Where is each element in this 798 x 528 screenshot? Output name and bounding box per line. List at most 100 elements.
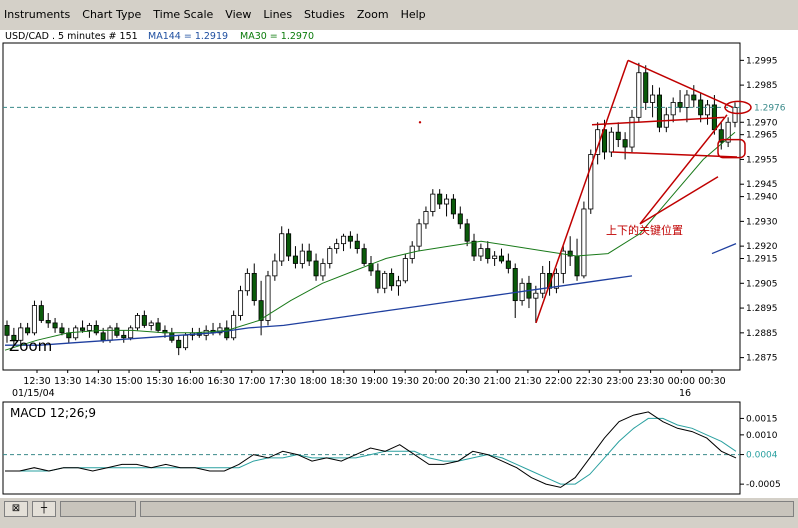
candle-up: [279, 233, 285, 262]
candle-down: [574, 255, 580, 277]
chart-canvas[interactable]: 1.2995 1.2985 1.2970 1.2965 1.2955 1.2945 1.29…: [0, 30, 798, 498]
status-field-2: [140, 501, 794, 517]
candle-down: [643, 72, 649, 103]
price-tick-label: 1.2930: [746, 217, 778, 227]
macd-tick-label: -0.0005: [746, 480, 781, 490]
macd-pane[interactable]: 0.0015 0.0010 0.0004 -0.0005: [2, 401, 781, 495]
candle-down: [38, 305, 44, 321]
time-tick-label: 21:30: [514, 376, 541, 387]
menu-item-chart-type[interactable]: Chart Type: [76, 0, 147, 30]
candle-up: [299, 250, 305, 264]
time-tick-label: 18:00: [299, 376, 326, 387]
price-tick-label: 1.2885: [746, 329, 778, 339]
candle-down: [292, 255, 298, 264]
candle-up: [327, 248, 333, 264]
price-tick-label: 1.2905: [746, 279, 778, 289]
crosshair-tool-icon[interactable]: ┼: [32, 501, 56, 517]
time-tick-label: 16:30: [207, 376, 234, 387]
time-tick-label: 12:30: [23, 376, 50, 387]
candle-up: [31, 305, 38, 334]
candle-down: [615, 131, 621, 141]
candle-up: [340, 235, 347, 245]
date-label-next: 16: [679, 388, 691, 399]
candle-down: [464, 223, 470, 242]
candle-up: [492, 255, 498, 259]
candle-down: [375, 270, 381, 289]
macd-tick-label: 0.0010: [746, 431, 778, 441]
candle-up: [423, 211, 429, 225]
candle-down: [25, 327, 31, 334]
time-tick-label: 23:00: [606, 376, 633, 387]
price-tick-label: 1.2995: [746, 56, 778, 66]
price-tick-label: 1.2915: [746, 255, 778, 265]
candle-down: [141, 315, 147, 326]
candle-down: [622, 139, 628, 148]
candle-up: [581, 208, 587, 277]
price-tick-label: 1.2920: [746, 242, 778, 252]
price-tick-label: 1.2940: [746, 193, 778, 203]
time-tick-label: 13:30: [54, 376, 81, 387]
candle-down: [677, 102, 683, 108]
candle-up: [231, 315, 237, 339]
menu-item-zoom[interactable]: Zoom: [351, 0, 395, 30]
menu-bar: Instruments Chart Type Time Scale View Lines…: [0, 0, 798, 30]
candle-up: [272, 260, 278, 277]
candle-down: [100, 332, 106, 341]
price-pane-frame: [2, 42, 741, 371]
price-pane[interactable]: 1.2995 1.2985 1.2970 1.2965 1.2955 1.2945 1.29…: [2, 42, 786, 387]
menu-item-instruments[interactable]: Instruments: [0, 0, 76, 30]
candle-up: [183, 334, 189, 349]
candle-up: [636, 72, 642, 118]
price-tick-label: 1.2965: [746, 131, 778, 141]
candle-up: [416, 223, 422, 247]
candle-up: [395, 280, 402, 287]
annotation-text: 上下的关键位置: [606, 223, 683, 237]
time-tick-label: 15:30: [146, 376, 173, 387]
candle-up: [334, 243, 340, 250]
time-tick-label: 22:00: [545, 376, 572, 387]
time-tick-label: 21:00: [484, 376, 511, 387]
time-tick-label: 19:00: [361, 376, 388, 387]
zoom-label[interactable]: Zoom: [9, 337, 52, 355]
menu-item-help[interactable]: Help: [395, 0, 432, 30]
status-field-1: [60, 501, 136, 517]
candle-down: [505, 260, 511, 269]
menu-item-view[interactable]: View: [219, 0, 257, 30]
time-tick-label: 19:30: [391, 376, 418, 387]
time-tick-label: 20:30: [453, 376, 480, 387]
candle-up: [478, 248, 484, 257]
candle-down: [498, 255, 505, 262]
time-tick-label: 16:00: [177, 376, 204, 387]
price-tick-label: 1.2970: [746, 118, 778, 128]
candle-down: [457, 213, 463, 225]
menu-item-time-scale[interactable]: Time Scale: [147, 0, 219, 30]
menu-item-lines[interactable]: Lines: [257, 0, 298, 30]
candle-down: [485, 248, 491, 259]
candle-down: [176, 339, 182, 349]
candle-down: [114, 327, 120, 336]
status-bar: ⊠ ┼: [0, 498, 798, 528]
candle-up: [732, 107, 738, 123]
candle-up: [86, 325, 92, 331]
time-tick-label: 17:00: [238, 376, 265, 387]
price-tick-label: 1.2985: [746, 81, 778, 91]
candle-up: [148, 322, 154, 326]
candle-down: [437, 193, 443, 205]
price-tick-label: 1.2895: [746, 304, 778, 314]
candle-up: [540, 272, 546, 294]
pointer-tool-icon[interactable]: ⊠: [4, 501, 28, 517]
time-tick-label: 14:30: [85, 376, 112, 387]
time-tick-label: 00:30: [698, 376, 725, 387]
ma144-header: MA144 = 1.2919: [148, 31, 228, 42]
candle-down: [306, 250, 312, 262]
candle-down: [45, 320, 51, 324]
time-tick-label: 17:30: [269, 376, 296, 387]
candle-down: [691, 94, 697, 101]
time-tick-label: 15:00: [115, 376, 142, 387]
chart-window[interactable]: 1.2995 1.2985 1.2970 1.2965 1.2955 1.2945 1.29…: [0, 30, 798, 498]
menu-item-studies[interactable]: Studies: [298, 0, 351, 30]
candle-up: [430, 193, 436, 212]
candle-down: [251, 272, 257, 302]
candle-down: [354, 240, 360, 250]
candle-down: [224, 327, 230, 339]
